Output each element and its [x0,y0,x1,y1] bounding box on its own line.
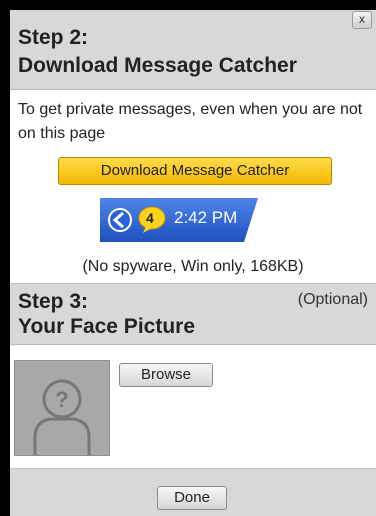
step2-title-line1: Step 2: [18,26,89,49]
svg-text:?: ? [55,387,68,412]
step2-title-line2: Download Message Catcher [18,54,297,77]
download-message-catcher-button[interactable]: Download Message Catcher [58,157,332,185]
step2-header: Step 2: Download Message Catcher x [10,10,376,90]
taskbar-preview-image: 4 2:42 PM [100,196,258,244]
face-picture-placeholder: ? [14,360,110,456]
step2-description: To get private messages, even when you a… [18,101,363,142]
avatar-placeholder-icon: ? [33,379,91,455]
optional-label: (Optional) [297,291,368,308]
footer-bar: Done [10,468,376,516]
step3-title-line2: Your Face Picture [18,315,196,338]
close-icon: x [359,12,365,26]
taskbar-time: 2:42 PM [174,208,238,227]
done-button[interactable]: Done [157,486,227,510]
close-button[interactable]: x [352,11,372,29]
step3-header: Step 3: Your Face Picture (Optional) [10,283,376,345]
message-count: 4 [146,210,154,226]
download-specs: (No spyware, Win only, 168KB) [82,258,304,275]
message-catcher-panel: Step 2: Download Message Catcher x To ge… [10,10,376,516]
back-arrow-icon [108,208,132,232]
browse-button[interactable]: Browse [119,363,213,387]
step3-title-line1: Step 3: [18,290,89,313]
